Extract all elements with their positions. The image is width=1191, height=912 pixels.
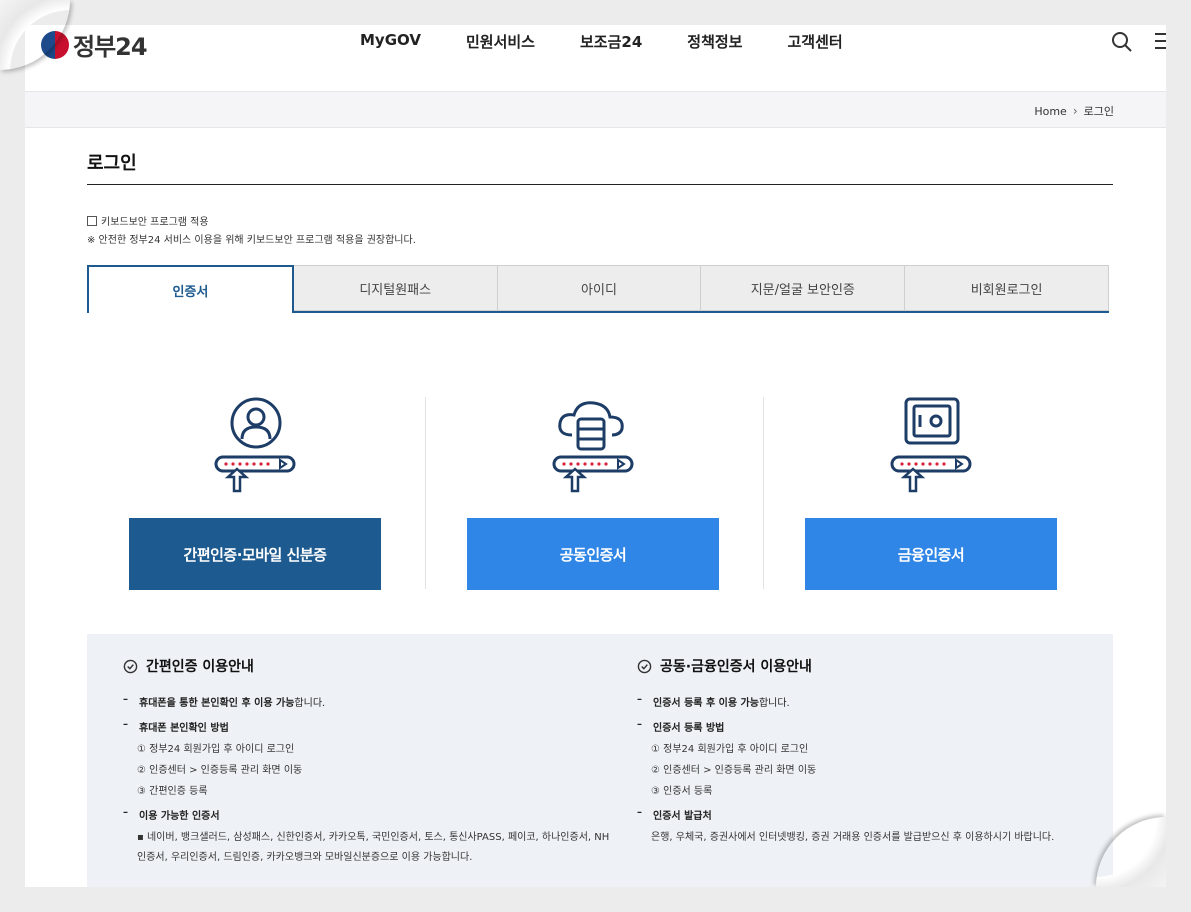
keyboard-security-option[interactable]: 키보드보안 프로그램 적용 [87,213,209,228]
search-icon[interactable] [1111,31,1133,53]
site-header: 정부24 MyGOV 민원서비스 보조금24 정책정보 고객센터 [25,25,1166,91]
nav-civil-service[interactable]: 민원서비스 [466,31,535,52]
guide-step: ① 정부24 회원가입 후 아이디 로그인 [137,744,295,755]
tab-non-member[interactable]: 비회원로그인 [905,265,1109,311]
guide-item: – 인증서 발급처 [637,807,712,822]
joint-cert-card: 공동인증서 [425,397,763,591]
usage-guide: 간편인증 이용안내 – 휴대폰을 통한 본인확인 후 이용 가능합니다. – 휴대폰… [87,634,1113,887]
guide-step: ③ 간편인증 등록 [137,786,208,797]
chevron-right-icon: › [1072,104,1078,118]
login-options: 간편인증·모바일 신분증 공동인증서 금융인증서 [87,397,1113,591]
breadcrumb: Home › 로그인 [1034,103,1114,119]
simple-auth-card: 간편인증·모바일 신분증 [87,397,425,591]
check-circle-icon [637,659,652,673]
main-nav: MyGOV 민원서비스 보조금24 정책정보 고객센터 [360,31,888,52]
page: 정부24 MyGOV 민원서비스 보조금24 정책정보 고객센터 Home › … [25,25,1166,887]
financial-cert-card: 금융인증서 [763,397,1101,591]
page-title: 로그인 [87,153,137,174]
nav-mygov[interactable]: MyGOV [360,31,421,52]
keyboard-security-label: 키보드보안 프로그램 적용 [101,217,209,228]
joint-cert-guide-title: 공동·금융인증서 이용안내 [637,656,1054,676]
guide-item: – 휴대폰을 통한 본인확인 후 이용 가능합니다. [123,694,326,709]
tab-id[interactable]: 아이디 [497,265,702,311]
guide-step: ③ 인증서 등록 [651,786,713,797]
logo-text: 정부24 [73,33,148,61]
tab-certificate[interactable]: 인증서 [87,265,294,313]
joint-cert-button[interactable]: 공동인증서 [467,518,719,590]
guide-step: ① 정부24 회원가입 후 아이디 로그인 [651,744,809,755]
available-certs: ▪ 네이버, 뱅크샐러드, 삼성패스, 신한인증서, 카카오톡, 국민인증서, … [137,832,610,863]
guide-item: – 휴대폰 본인확인 방법 [123,719,229,734]
financial-cert-button[interactable]: 금융인증서 [805,518,1057,590]
keyboard-security-note: ※ 안전한 정부24 서비스 이용을 위해 키보드보안 프로그램 적용을 권장합… [87,235,416,246]
tab-biometric[interactable]: 지문/얼굴 보안인증 [701,265,906,311]
simple-auth-button[interactable]: 간편인증·모바일 신분증 [129,518,381,590]
hamburger-menu-icon[interactable] [1155,33,1166,53]
breadcrumb-current: 로그인 [1083,105,1114,118]
tab-digital-onepass[interactable]: 디지털원패스 [293,265,498,311]
guide-step: ② 인증센터 > 인증등록 관리 화면 이동 [137,765,303,776]
user-icon [214,397,296,493]
guide-item: – 인증서 등록 후 이용 가능합니다. [637,694,790,709]
login-tabs: 인증서 디지털원패스 아이디 지문/얼굴 보안인증 비회원로그인 [87,265,1109,313]
nav-customer-center[interactable]: 고객센터 [787,31,842,52]
breadcrumb-bar: Home › 로그인 [25,91,1166,128]
breadcrumb-home[interactable]: Home [1034,105,1066,118]
joint-cert-guide: 공동·금융인증서 이용안내 – 인증서 등록 후 이용 가능합니다. – 인증서 등… [637,656,1054,853]
nav-subsidy[interactable]: 보조금24 [580,31,642,52]
guide-step: ② 인증센터 > 인증등록 관리 화면 이동 [651,765,817,776]
guide-item: – 인증서 등록 방법 [637,719,725,734]
guide-item: – 이용 가능한 인증서 [123,807,220,822]
simple-auth-guide-title: 간편인증 이용안내 [123,656,617,676]
cert-issuer-desc: 은행, 우체국, 증권사에서 인터넷뱅킹, 증권 거래용 인증서를 발급받으신 … [651,832,1055,843]
check-circle-icon [123,659,138,673]
keyboard-security-checkbox[interactable] [87,215,97,226]
safe-icon [890,397,972,493]
simple-auth-guide: 간편인증 이용안내 – 휴대폰을 통한 본인확인 후 이용 가능합니다. – 휴대폰… [123,656,617,868]
title-divider [87,184,1113,185]
cloud-server-icon [552,401,634,493]
nav-policy[interactable]: 정책정보 [687,31,742,52]
